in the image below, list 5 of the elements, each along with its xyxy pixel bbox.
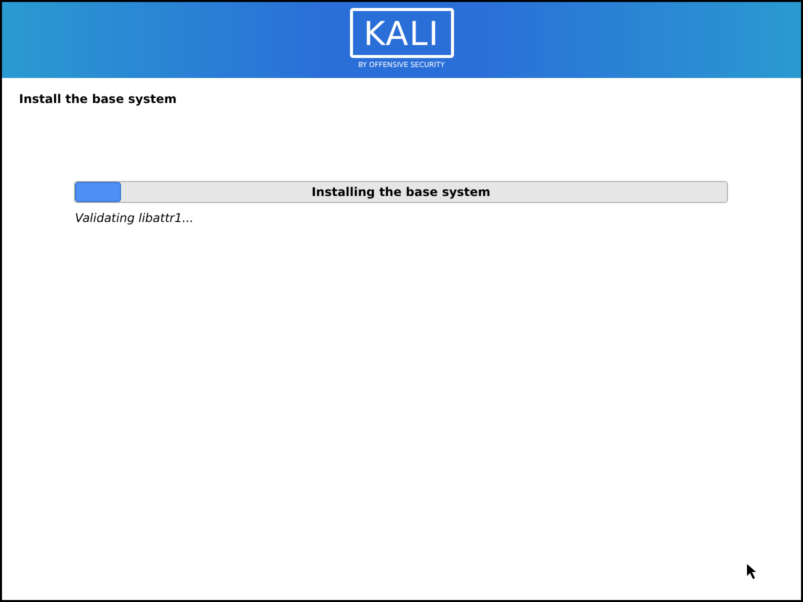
progress-label: Installing the base system (312, 185, 490, 199)
progress-status: Validating libattr1... (75, 211, 195, 225)
logo-text: KALI (364, 14, 440, 52)
page-title: Install the base system (19, 92, 178, 106)
cursor-icon (747, 564, 758, 580)
